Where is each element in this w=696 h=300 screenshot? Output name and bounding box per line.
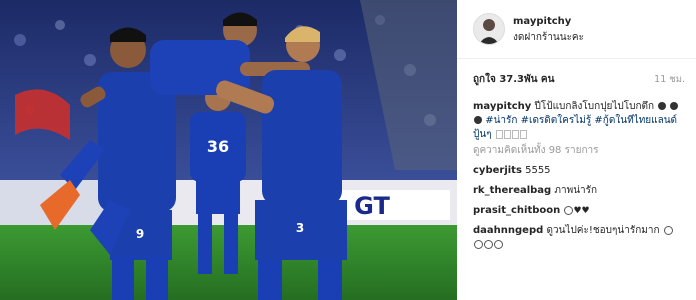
emoji-icon <box>658 102 667 110</box>
caption-username[interactable]: maypitchy <box>473 101 531 112</box>
comment-username[interactable]: prasit_chitboon <box>473 205 560 216</box>
comment-text: 5555 <box>525 165 551 176</box>
comment-text: ดูวนไปค่ะ!ชอบๆน่ารักมาก <box>546 225 660 236</box>
caption-text: ปีโป้แบกลิงโบกปุยไปโบกตึก <box>534 101 655 112</box>
comment-item: prasit_chitboon ♥♥ <box>473 204 687 218</box>
svg-text:3: 3 <box>296 221 304 235</box>
hashtag[interactable]: #น่ารัก <box>485 115 517 126</box>
post-time[interactable]: 11 ชม. <box>654 72 685 87</box>
avatar[interactable] <box>473 13 505 45</box>
caption: maypitchy ปีโป้แบกลิงโบกปุยไปโบกตึก #น่า… <box>473 100 687 142</box>
likes-count[interactable]: ถูกใจ 37.3พัน คน <box>473 72 554 87</box>
smile-icon <box>474 239 483 249</box>
comment-username[interactable]: rk_therealbag <box>473 185 551 196</box>
post-username[interactable]: maypitchy <box>513 16 571 27</box>
sponsor-logo: GT <box>354 192 390 220</box>
comment-item: daahnngepd ดูวนไปค่ะ!ชอบๆน่ารักมาก <box>473 224 687 252</box>
emoji-placeholder-icon <box>511 129 519 139</box>
comment-text: ภาพน่ารัก <box>554 185 598 196</box>
post-header: maypitchy งดฝากร้านนะคะ <box>457 0 696 59</box>
comment-username[interactable]: cyberjits <box>473 165 522 176</box>
comment-username[interactable]: daahnngepd <box>473 225 543 236</box>
comments-section: maypitchy ปีโป้แบกลิงโบกปุยไปโบกตึก #น่า… <box>473 100 687 252</box>
post-side-panel: maypitchy งดฝากร้านนะคะ ถูกใจ 37.3พัน คน… <box>457 0 696 300</box>
heart-icon: ♥ <box>581 206 590 216</box>
smile-icon <box>494 239 503 249</box>
hashtag[interactable]: #เดรดิตใครไม่รู้ <box>521 115 592 126</box>
comment-item: rk_therealbag ภาพน่ารัก <box>473 184 687 198</box>
comment-item: cyberjits 5555 <box>473 164 687 178</box>
smile-icon <box>484 239 493 249</box>
emoji-placeholder-icon <box>495 129 503 139</box>
heart-icon: ♥ <box>573 206 582 216</box>
likes-row: ถูกใจ 37.3พัน คน 11 ชม. <box>473 72 685 88</box>
emoji-placeholder-icon <box>519 129 527 139</box>
emoji-icon <box>670 102 679 110</box>
emoji-placeholder-icon <box>503 129 511 139</box>
post-location[interactable]: งดฝากร้านนะคะ <box>513 30 584 45</box>
svg-text:36: 36 <box>207 137 229 156</box>
emoji-icon <box>474 116 482 124</box>
svg-text:9: 9 <box>136 227 144 241</box>
post-photo[interactable]: GT 36 9 3 <box>0 0 457 300</box>
smile-icon <box>663 225 673 235</box>
view-all-comments-link[interactable]: ดูความคิดเห็นทั้ง 98 รายการ <box>473 144 687 158</box>
